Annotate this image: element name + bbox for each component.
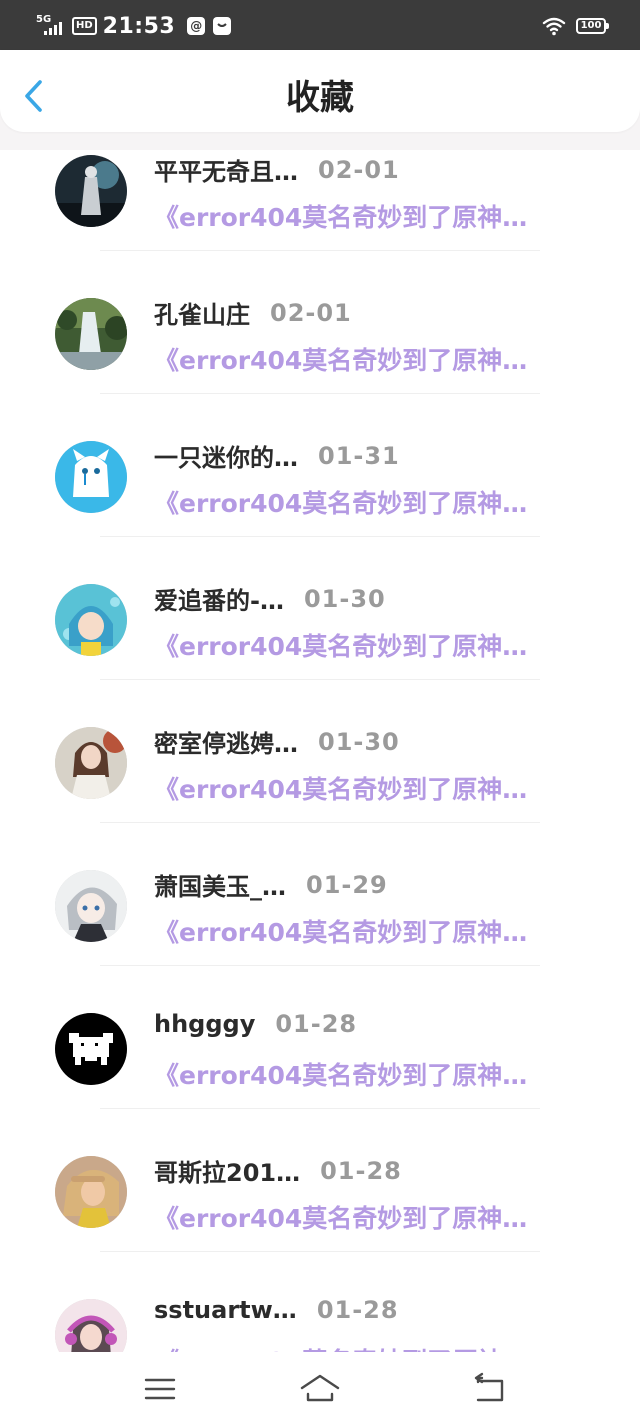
divider <box>100 250 540 251</box>
header: 收藏 <box>0 50 640 132</box>
message-notification-icon <box>213 17 232 35</box>
avatar[interactable] <box>55 298 127 370</box>
favorite-date: 01-28 <box>320 1156 402 1185</box>
list-item[interactable]: 萧国美玉_… 01-29 《error404莫名奇妙到了原神… <box>0 865 640 1007</box>
list-item[interactable]: 密室停逃娉… 01-30 《error404莫名奇妙到了原神… <box>0 722 640 864</box>
user-name: 密室停逃娉… <box>154 730 298 758</box>
favorite-date: 01-28 <box>316 1296 399 1324</box>
menu-icon <box>144 1378 176 1400</box>
system-back-button[interactable] <box>470 1372 510 1406</box>
work-title[interactable]: 《error404莫名奇妙到了原神… <box>154 484 564 520</box>
favorite-date: 01-30 <box>303 584 386 613</box>
avatar[interactable] <box>55 584 127 656</box>
user-name: 平平无奇且… <box>154 158 298 186</box>
list-item[interactable]: hhgggy 01-28 《error404莫名奇妙到了原神… <box>0 1008 640 1150</box>
favorite-date: 01-29 <box>306 870 388 899</box>
list-item[interactable]: 孔雀山庄 02-01 《error404莫名奇妙到了原神… <box>0 293 640 435</box>
user-name: hhgggy <box>154 1010 256 1038</box>
status-left: 5G HD 21:53 @ <box>36 12 239 40</box>
divider <box>100 393 540 394</box>
work-title[interactable]: 《error404莫名奇妙到了原神… <box>154 913 564 949</box>
status-right: 100 <box>542 14 609 38</box>
divider <box>100 1251 540 1252</box>
work-title[interactable]: 《error404莫名奇妙到了原神… <box>154 770 564 806</box>
wifi-icon <box>542 17 566 36</box>
avatar[interactable] <box>55 727 127 799</box>
avatar[interactable] <box>55 1013 127 1085</box>
status-bar: 5G HD 21:53 @ 100 <box>0 0 640 50</box>
divider <box>100 822 540 823</box>
avatar[interactable] <box>55 870 127 942</box>
avatar[interactable] <box>55 155 127 227</box>
battery-icon: 100 <box>576 18 609 34</box>
list-item[interactable]: 哥斯拉201… 01-28 《error404莫名奇妙到了原神… <box>0 1151 640 1293</box>
divider <box>100 1108 540 1109</box>
user-name: 爱追番的-… <box>154 587 284 615</box>
user-name: 哥斯拉201… <box>154 1159 301 1187</box>
favorite-date: 01-28 <box>275 1010 358 1038</box>
work-title[interactable]: 《error404莫名奇妙到了原神… <box>154 198 564 234</box>
user-name: 一只迷你的… <box>154 444 298 472</box>
home-button[interactable] <box>298 1372 342 1406</box>
home-icon <box>300 1374 340 1402</box>
avatar[interactable] <box>55 1299 127 1352</box>
hd-icon: HD <box>72 17 97 35</box>
page-title: 收藏 <box>286 78 354 118</box>
menu-button[interactable] <box>140 1372 180 1406</box>
divider <box>100 965 540 966</box>
favorites-list: 平平无奇且… 02-01 《error404莫名奇妙到了原神… 孔雀山庄 02-… <box>0 150 640 1352</box>
app-notification-icon: @ <box>187 17 206 35</box>
header-area: 收藏 <box>0 50 640 150</box>
work-title[interactable]: 《error404莫名奇妙到了原神… <box>154 1056 564 1092</box>
work-title[interactable]: 《error404莫名奇妙到了原神… <box>154 1342 564 1352</box>
list-item[interactable]: sstuartw… 01-28 《error404莫名奇妙到了原神… <box>0 1294 640 1352</box>
avatar[interactable] <box>55 1156 127 1228</box>
work-title[interactable]: 《error404莫名奇妙到了原神… <box>154 1199 564 1235</box>
favorite-date: 01-31 <box>318 441 400 470</box>
divider <box>100 679 540 680</box>
user-name: 萧国美玉_… <box>154 873 286 901</box>
work-title[interactable]: 《error404莫名奇妙到了原神… <box>154 341 564 377</box>
signal-icon: 5G <box>36 15 66 37</box>
favorite-date: 02-01 <box>318 155 400 184</box>
avatar[interactable] <box>55 441 127 513</box>
work-title[interactable]: 《error404莫名奇妙到了原神… <box>154 627 564 663</box>
divider <box>100 536 540 537</box>
list-item[interactable]: 一只迷你的… 01-31 《error404莫名奇妙到了原神… <box>0 436 640 578</box>
back-icon <box>474 1372 504 1402</box>
status-time: 21:53 <box>102 13 176 39</box>
system-nav-bar <box>0 1352 640 1427</box>
user-name: sstuartw… <box>154 1296 297 1324</box>
favorite-date: 02-01 <box>270 298 352 327</box>
list-item[interactable]: 平平无奇且… 02-01 《error404莫名奇妙到了原神… <box>0 150 640 292</box>
user-name: 孔雀山庄 <box>154 301 250 329</box>
favorite-date: 01-30 <box>318 727 400 756</box>
list-item[interactable]: 爱追番的-… 01-30 《error404莫名奇妙到了原神… <box>0 579 640 721</box>
